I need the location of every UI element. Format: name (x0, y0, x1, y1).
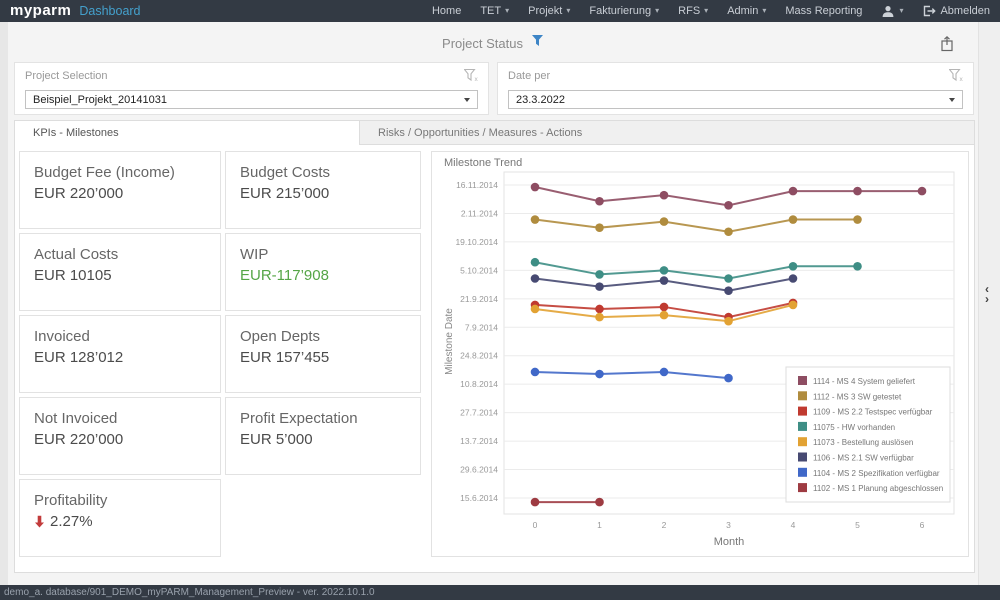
svg-text:1104 - MS 2 Spezifikation verf: 1104 - MS 2 Spezifikation verfügbar (813, 469, 940, 478)
chevron-down-icon: ▾ (655, 7, 659, 15)
svg-text:1106 - MS 2.1 SW verfügbar: 1106 - MS 2.1 SW verfügbar (813, 454, 914, 463)
page-header: Project Status (8, 32, 978, 58)
nav-item-tet[interactable]: TET▾ (480, 5, 509, 17)
kpi-card-budget-fee: Budget Fee (Income) EUR 220’000 (19, 151, 221, 229)
trend-down-icon (34, 515, 45, 528)
svg-text:29.6.2014: 29.6.2014 (460, 465, 498, 475)
kpi-card-profit-expectation: Profit Expectation EUR 5’000 (225, 397, 421, 475)
milestone-trend-chart: 16.11.20142.11.201419.10.20145.10.201421… (432, 152, 970, 558)
kpi-grid: Budget Fee (Income) EUR 220’000 Budget C… (19, 151, 421, 557)
logout-link[interactable]: Abmelden (922, 5, 990, 17)
user-icon (881, 5, 895, 18)
dashboard-main: Project Status Project Selection x Beisp… (8, 22, 978, 585)
select-caret-icon (949, 98, 955, 102)
svg-text:0: 0 (533, 520, 538, 530)
svg-text:5.10.2014: 5.10.2014 (460, 265, 498, 275)
app-logo: myparm Dashboard (10, 0, 141, 22)
page-title: Project Status (442, 36, 523, 51)
svg-text:3: 3 (726, 520, 731, 530)
date-select[interactable]: 23.3.2022 (508, 90, 963, 109)
kpi-card-wip: WIP EUR-117’908 (225, 233, 421, 311)
svg-text:1102 - MS 1 Planung abgeschlos: 1102 - MS 1 Planung abgeschlossen (813, 484, 943, 493)
svg-text:1: 1 (597, 520, 602, 530)
nav-item-projekt[interactable]: Projekt▾ (528, 5, 570, 17)
kpi-card-profitability: Profitability 2.27% (19, 479, 221, 557)
svg-text:11075 - HW vorhanden: 11075 - HW vorhanden (813, 423, 895, 432)
svg-text:16.11.2014: 16.11.2014 (456, 180, 498, 190)
kpi-card-open-depts: Open Depts EUR 157’455 (225, 315, 421, 393)
svg-text:2.11.2014: 2.11.2014 (461, 208, 498, 218)
nav-item-mass-reporting[interactable]: Mass Reporting (785, 5, 862, 17)
top-navbar: myparm Dashboard Home TET▾ Projekt▾ Fakt… (0, 0, 1000, 22)
select-caret-icon (464, 98, 470, 102)
chevron-down-icon: ▾ (704, 7, 708, 15)
svg-text:1109 - MS 2.2 Testspec verfügb: 1109 - MS 2.2 Testspec verfügbar (813, 408, 933, 417)
svg-text:x: x (960, 76, 964, 82)
svg-text:6: 6 (920, 520, 925, 530)
logo-text: myparm (10, 0, 71, 22)
tab-risks-opportunities[interactable]: Risks / Opportunities / Measures - Actio… (360, 120, 975, 145)
svg-text:11073 - Bestellung auslösen: 11073 - Bestellung auslösen (813, 438, 913, 447)
svg-text:Milestone Date: Milestone Date (444, 308, 455, 375)
clear-filter-icon[interactable]: x (464, 69, 479, 87)
svg-text:10.8.2014: 10.8.2014 (460, 379, 498, 389)
status-bar: demo_a. database/901_DEMO_myPARM_Managem… (0, 585, 1000, 600)
clear-filter-icon[interactable]: x (949, 69, 964, 87)
svg-text:1112 - MS 3 SW getestet: 1112 - MS 3 SW getestet (813, 392, 902, 401)
nav-item-rfs[interactable]: RFS▾ (678, 5, 708, 17)
tab-content: Budget Fee (Income) EUR 220’000 Budget C… (14, 144, 975, 573)
nav-item-home[interactable]: Home (432, 5, 461, 17)
svg-text:7.9.2014: 7.9.2014 (465, 322, 498, 332)
date-per-label: Date per (508, 70, 550, 82)
kpi-card-invoiced: Invoiced EUR 128’012 (19, 315, 221, 393)
svg-text:19.10.2014: 19.10.2014 (455, 237, 498, 247)
svg-text:13.7.2014: 13.7.2014 (460, 436, 498, 446)
svg-text:1114 - MS 4 System geliefert: 1114 - MS 4 System geliefert (813, 377, 916, 386)
project-select[interactable]: Beispiel_Projekt_20141031 (25, 90, 478, 109)
svg-text:15.6.2014: 15.6.2014 (460, 493, 498, 503)
svg-text:27.7.2014: 27.7.2014 (460, 408, 498, 418)
status-bar-text: demo_a. database/901_DEMO_myPARM_Managem… (0, 587, 375, 598)
project-selection-panel: Project Selection x Beispiel_Projekt_201… (14, 62, 489, 115)
svg-text:24.8.2014: 24.8.2014 (460, 351, 498, 361)
nav-item-admin[interactable]: Admin▾ (727, 5, 766, 17)
kpi-card-not-invoiced: Not Invoiced EUR 220’000 (19, 397, 221, 475)
logo-product-text: Dashboard (79, 4, 140, 18)
chevron-down-icon: ▾ (566, 7, 570, 15)
chevron-down-icon: ▾ (505, 7, 509, 15)
side-panel-strip: ‹ › (978, 22, 1000, 585)
chevron-down-icon: ▾ (762, 7, 766, 15)
svg-text:21.9.2014: 21.9.2014 (460, 294, 498, 304)
svg-text:2: 2 (662, 520, 667, 530)
expand-panel-icon[interactable]: › (985, 294, 989, 304)
user-menu[interactable]: ▾ (881, 5, 903, 18)
project-selection-label: Project Selection (25, 70, 108, 82)
chevron-down-icon: ▾ (899, 7, 903, 15)
tab-kpis-milestones[interactable]: KPIs - Milestones (14, 120, 360, 145)
milestone-trend-panel: Milestone Trend 16.11.20142.11.201419.10… (431, 151, 969, 557)
filter-icon[interactable] (531, 34, 544, 52)
svg-text:x: x (475, 76, 479, 82)
kpi-card-budget-costs: Budget Costs EUR 215’000 (225, 151, 421, 229)
export-icon (939, 35, 955, 52)
kpi-card-actual-costs: Actual Costs EUR 10105 (19, 233, 221, 311)
svg-text:Month: Month (714, 536, 745, 548)
nav-item-fakturierung[interactable]: Fakturierung▾ (589, 5, 659, 17)
date-per-panel: Date per x 23.3.2022 (497, 62, 974, 115)
svg-text:5: 5 (855, 520, 860, 530)
logout-icon (922, 5, 936, 17)
tab-bar: KPIs - Milestones Risks / Opportunities … (14, 120, 975, 145)
export-button[interactable] (936, 32, 958, 54)
svg-text:4: 4 (791, 520, 796, 530)
